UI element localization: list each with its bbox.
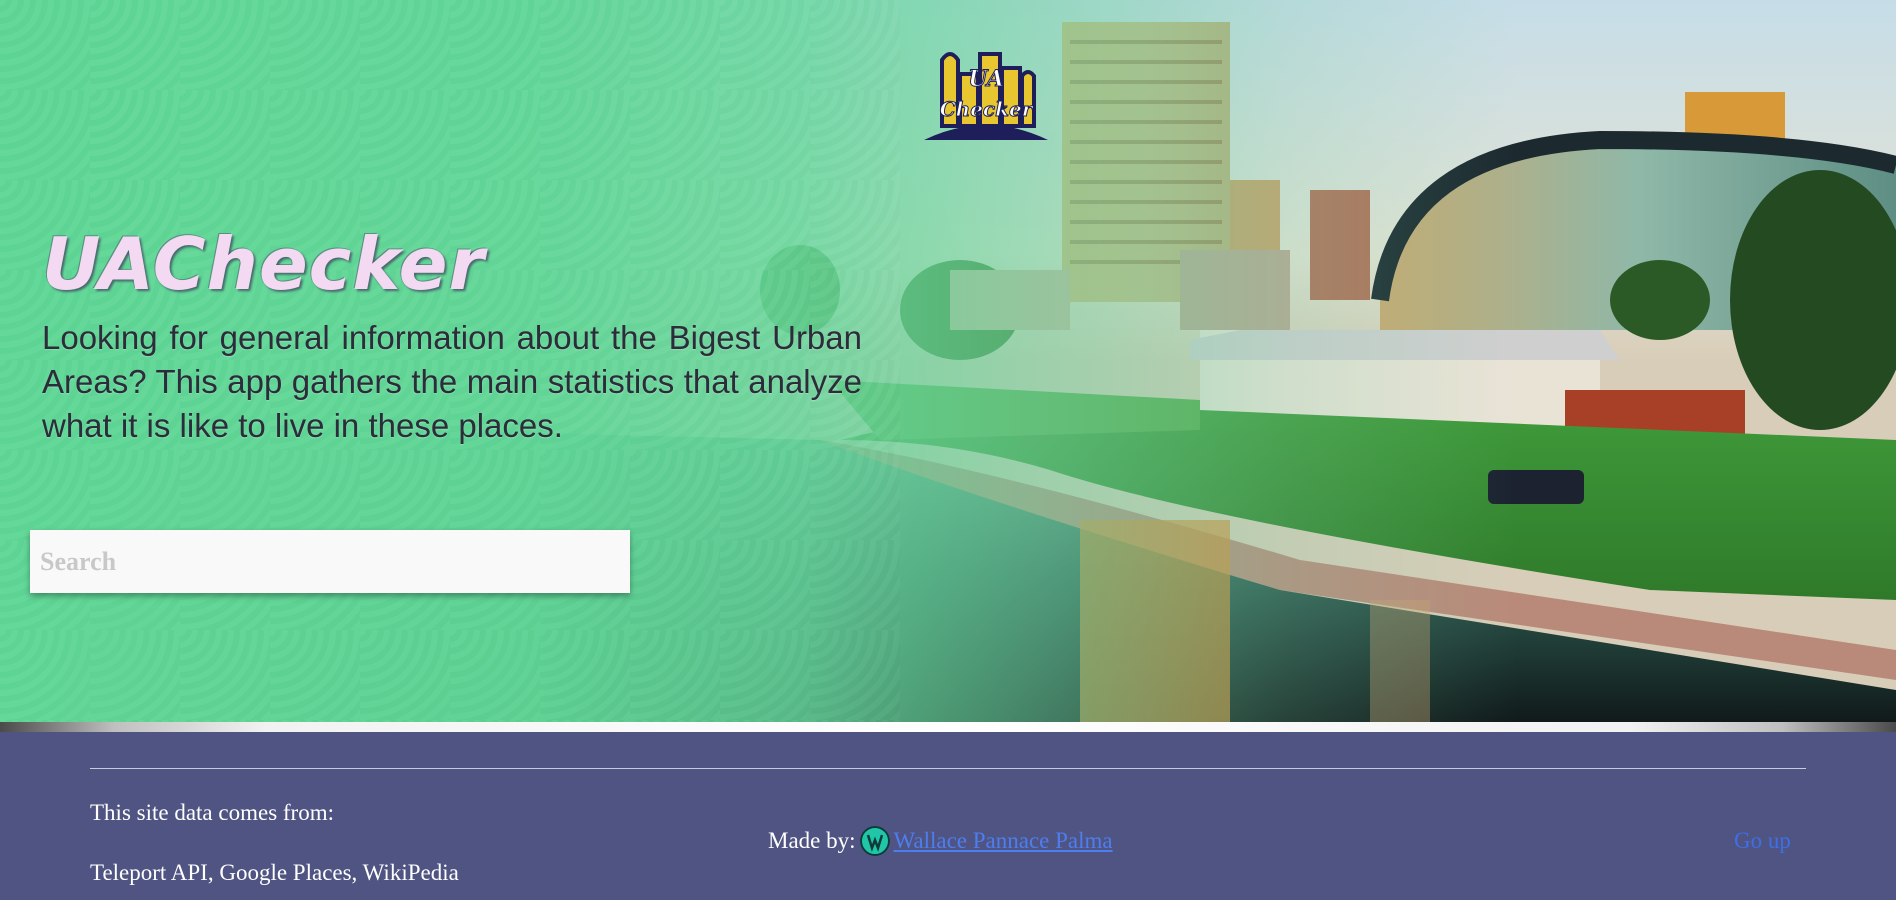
hero-bottom-edge — [0, 722, 1896, 732]
hero-section: UA Checker UAChecker Looking for general… — [0, 0, 1896, 722]
made-by: Made by: Wallace Pannace Palma — [768, 826, 1113, 856]
logo-text-checker: Checker — [940, 97, 1034, 121]
app-title: UAChecker — [42, 222, 486, 306]
author-avatar-icon — [859, 826, 890, 856]
data-sources-heading: This site data comes from: — [90, 800, 334, 825]
author-link[interactable]: Wallace Pannace Palma — [894, 828, 1113, 854]
go-up-link[interactable]: Go up — [1734, 828, 1791, 854]
app-description: Looking for general information about th… — [42, 319, 862, 444]
made-by-label: Made by: — [768, 828, 856, 853]
ua-checker-logo: UA Checker — [924, 52, 1048, 140]
footer-divider — [90, 768, 1806, 769]
search-input[interactable] — [30, 530, 630, 593]
logo-text-ua: UA — [968, 66, 1004, 92]
footer: This site data comes from: Teleport API,… — [0, 732, 1896, 900]
data-sources-list: Teleport API, Google Places, WikiPedia — [90, 860, 459, 885]
